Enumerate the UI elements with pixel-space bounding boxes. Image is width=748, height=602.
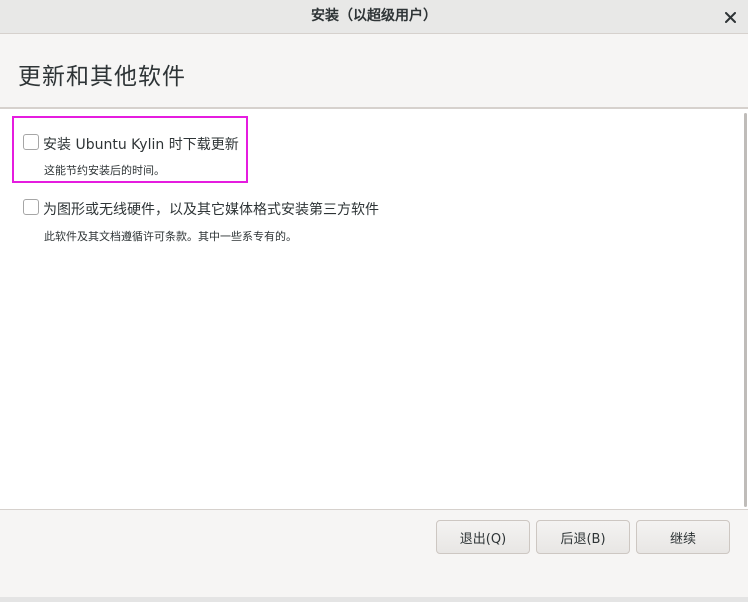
page-header: 更新和其他软件 — [0, 35, 748, 107]
scrollbar[interactable] — [744, 113, 747, 507]
content-area: 安装 Ubuntu Kylin 时下载更新 这能节约安装后的时间。 为图形或无线… — [0, 109, 748, 509]
continue-button[interactable]: 继续 — [636, 520, 730, 554]
title-bar: 安装（以超级用户） — [0, 0, 748, 34]
window-title: 安装（以超级用户） — [311, 8, 437, 24]
footer-divider — [0, 509, 748, 510]
back-button[interactable]: 后退(B) — [536, 520, 630, 554]
download-updates-checkbox[interactable] — [23, 134, 39, 150]
close-icon — [724, 11, 736, 23]
option-third-party: 为图形或无线硬件，以及其它媒体格式安装第三方软件 此软件及其文档遵循许可条款。其… — [12, 195, 472, 245]
bottom-edge — [0, 597, 748, 602]
download-updates-description: 这能节约安装后的时间。 — [44, 164, 165, 177]
download-updates-label[interactable]: 安装 Ubuntu Kylin 时下载更新 — [43, 134, 239, 154]
quit-button[interactable]: 退出(Q) — [436, 520, 530, 554]
option-download-updates: 安装 Ubuntu Kylin 时下载更新 这能节约安装后的时间。 — [12, 116, 248, 183]
close-button[interactable] — [720, 7, 740, 27]
page-title: 更新和其他软件 — [18, 64, 186, 90]
third-party-description: 此软件及其文档遵循许可条款。其中一些系专有的。 — [44, 230, 297, 243]
third-party-checkbox[interactable] — [23, 199, 39, 215]
third-party-label[interactable]: 为图形或无线硬件，以及其它媒体格式安装第三方软件 — [43, 199, 379, 219]
